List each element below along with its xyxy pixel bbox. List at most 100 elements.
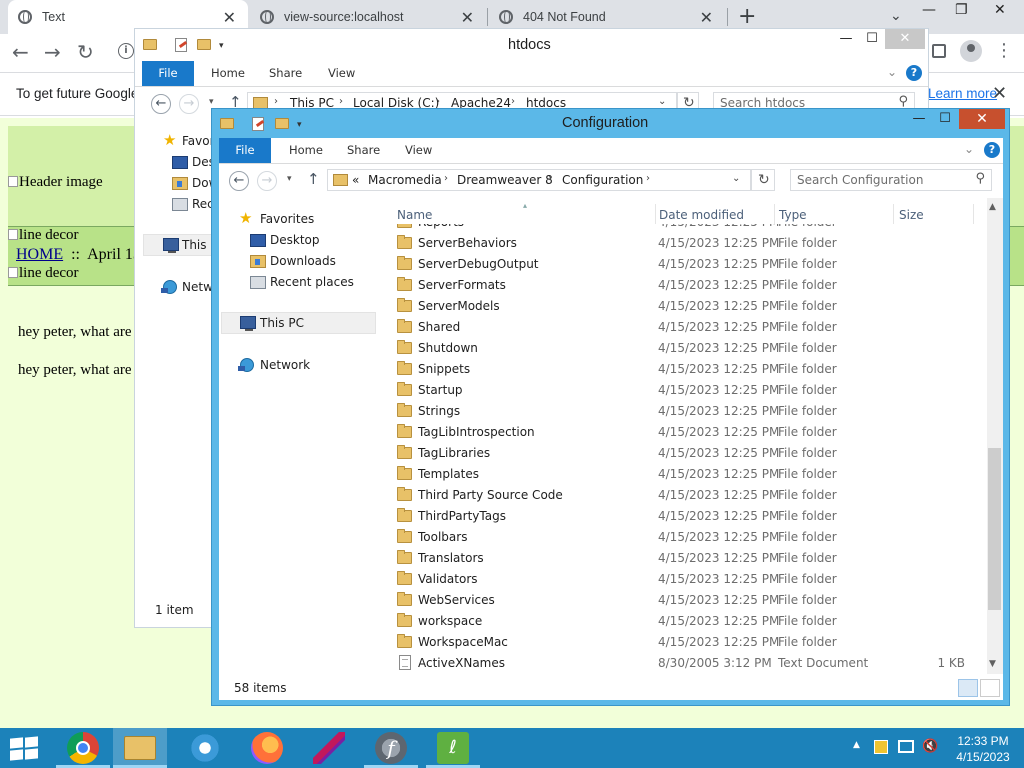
scrollbar-thumb[interactable] xyxy=(988,448,1001,610)
address-bar[interactable]: « Macromedia › Dreamweaver 8 › Configura… xyxy=(327,169,751,191)
nav-favorites[interactable]: Favorites xyxy=(260,212,314,226)
home-link[interactable]: HOME xyxy=(16,246,63,263)
new-tab-button[interactable]: + xyxy=(738,4,756,29)
close-button[interactable]: ✕ xyxy=(959,109,1005,129)
properties-icon[interactable] xyxy=(175,38,187,52)
vertical-scrollbar[interactable]: ▲ ▼ xyxy=(987,198,1003,674)
file-row[interactable]: Translators 4/15/2023 12:25 PM File folder xyxy=(393,548,987,569)
taskbar-firefox[interactable] xyxy=(240,728,294,768)
back-button[interactable]: ← xyxy=(151,94,171,114)
taskbar-flash[interactable]: f xyxy=(364,728,418,768)
tab-search-button[interactable]: ⌄ xyxy=(890,8,902,24)
tab-close-icon[interactable]: ✕ xyxy=(700,8,713,28)
address-dropdown-icon[interactable]: ⌄ xyxy=(732,173,740,184)
chrome-menu-button[interactable]: ⋮ xyxy=(995,40,1013,61)
back-button[interactable]: ← xyxy=(12,40,29,64)
column-date-modified[interactable]: Date modified xyxy=(659,208,744,222)
file-row[interactable]: Shutdown 4/15/2023 12:25 PM File folder xyxy=(393,338,987,359)
column-size[interactable]: Size xyxy=(899,208,924,222)
file-row[interactable]: ServerDebugOutput 4/15/2023 12:25 PM File … xyxy=(393,254,987,275)
nav-network[interactable]: Network xyxy=(260,358,310,372)
forward-button[interactable]: → xyxy=(257,171,277,191)
nav-this-pc[interactable]: This PC xyxy=(260,316,304,330)
file-row[interactable]: Strings 4/15/2023 12:25 PM File folder xyxy=(393,401,987,422)
details-view-button[interactable] xyxy=(958,679,978,697)
file-row[interactable]: ServerBehaviors 4/15/2023 12:25 PM File fo… xyxy=(393,233,987,254)
reload-button[interactable]: ↻ xyxy=(77,40,94,64)
file-row[interactable]: workspace 4/15/2023 12:25 PM File folder xyxy=(393,611,987,632)
side-panel-icon[interactable] xyxy=(932,44,946,58)
file-row[interactable]: ThirdPartyTags 4/15/2023 12:25 PM File fol… xyxy=(393,506,987,527)
taskbar-dreamweaver[interactable]: ℓ xyxy=(426,728,480,768)
search-input[interactable]: Search Configuration ⚲ xyxy=(790,169,992,191)
file-row[interactable]: Startup 4/15/2023 12:25 PM File folder xyxy=(393,380,987,401)
file-row[interactable]: Toolbars 4/15/2023 12:25 PM File folder xyxy=(393,527,987,548)
column-name[interactable]: Name xyxy=(397,208,432,222)
expand-ribbon-icon[interactable]: ⌄ xyxy=(887,65,897,79)
tab-close-icon[interactable]: ✕ xyxy=(223,8,236,28)
maximize-button[interactable]: ☐ xyxy=(859,29,885,49)
tab-close-icon[interactable]: ✕ xyxy=(461,8,474,28)
help-icon[interactable]: ? xyxy=(906,65,922,81)
back-button[interactable]: ← xyxy=(229,171,249,191)
network-status-icon[interactable] xyxy=(898,740,914,753)
column-divider[interactable] xyxy=(655,204,656,224)
file-row[interactable]: TagLibraries 4/15/2023 12:25 PM File folde… xyxy=(393,443,987,464)
taskbar-feather-app[interactable] xyxy=(302,728,356,768)
column-divider[interactable] xyxy=(893,204,894,224)
restore-button[interactable]: ❐ xyxy=(955,2,968,18)
new-folder-icon[interactable] xyxy=(197,39,211,50)
file-row[interactable]: Third Party Source Code 4/15/2023 12:25 P… xyxy=(393,485,987,506)
site-info-icon[interactable]: i xyxy=(118,43,134,59)
nav-desktop[interactable]: Desktop xyxy=(270,233,320,247)
breadcrumb-macromedia[interactable]: Macromedia xyxy=(368,173,442,187)
minimize-button[interactable]: — xyxy=(833,29,859,49)
qat-dropdown-icon[interactable]: ▾ xyxy=(297,120,302,130)
column-divider[interactable] xyxy=(973,204,974,224)
profile-avatar[interactable] xyxy=(960,40,982,62)
action-center-flag-icon[interactable] xyxy=(874,740,888,754)
file-row[interactable]: WebServices 4/15/2023 12:25 PM File folder xyxy=(393,590,987,611)
file-row[interactable]: ServerFormats 4/15/2023 12:25 PM File fold… xyxy=(393,275,987,296)
scroll-up-button[interactable]: ▲ xyxy=(989,202,996,212)
infobar-close-button[interactable]: ✕ xyxy=(992,83,1007,104)
tab-file[interactable]: File xyxy=(142,61,194,86)
maximize-button[interactable]: ☐ xyxy=(933,109,957,129)
address-dropdown-icon[interactable]: ⌄ xyxy=(658,96,666,107)
recent-locations-button[interactable]: ▾ xyxy=(209,97,214,107)
breadcrumb-overflow[interactable]: « xyxy=(352,173,359,187)
file-row[interactable]: Validators 4/15/2023 12:25 PM File folder xyxy=(393,569,987,590)
tab-share[interactable]: Share xyxy=(269,66,302,80)
show-hidden-icons-button[interactable]: ▲ xyxy=(853,740,860,750)
breadcrumb-configuration[interactable]: Configuration xyxy=(562,173,643,187)
help-icon[interactable]: ? xyxy=(984,142,1000,158)
expand-ribbon-icon[interactable]: ⌄ xyxy=(964,142,974,156)
start-button[interactable] xyxy=(10,736,38,761)
learn-more-link[interactable]: Learn more xyxy=(928,86,997,101)
column-divider[interactable] xyxy=(774,204,775,224)
tab-view[interactable]: View xyxy=(405,143,432,157)
tab-home[interactable]: Home xyxy=(289,143,323,157)
file-row[interactable]: Templates 4/15/2023 12:25 PM File folder xyxy=(393,464,987,485)
taskbar-clock[interactable]: 12:33 PM 4/15/2023 xyxy=(951,733,1015,765)
file-row[interactable]: Shared 4/15/2023 12:25 PM File folder xyxy=(393,317,987,338)
file-row[interactable]: ServerModels 4/15/2023 12:25 PM File folde… xyxy=(393,296,987,317)
volume-muted-icon[interactable]: 🔇 xyxy=(922,739,938,754)
close-button[interactable]: ✕ xyxy=(994,2,1006,18)
close-button[interactable]: ✕ xyxy=(885,29,925,49)
forward-button[interactable]: → xyxy=(44,40,61,64)
file-row[interactable]: Snippets 4/15/2023 12:25 PM File folder xyxy=(393,359,987,380)
nav-recent-places[interactable]: Recent places xyxy=(270,275,354,289)
column-type[interactable]: Type xyxy=(779,208,807,222)
tab-file[interactable]: File xyxy=(219,138,271,163)
minimize-button[interactable]: — xyxy=(922,2,936,18)
qat-dropdown-icon[interactable]: ▾ xyxy=(219,41,224,51)
forward-button[interactable]: → xyxy=(179,94,199,114)
scroll-down-button[interactable]: ▼ xyxy=(989,659,996,669)
large-icons-view-button[interactable] xyxy=(980,679,1000,697)
breadcrumb-dreamweaver-8[interactable]: Dreamweaver 8 xyxy=(457,173,553,187)
taskbar-file-explorer[interactable] xyxy=(113,728,167,768)
tab-share[interactable]: Share xyxy=(347,143,380,157)
new-folder-icon[interactable] xyxy=(275,118,289,129)
minimize-button[interactable]: — xyxy=(907,109,931,129)
